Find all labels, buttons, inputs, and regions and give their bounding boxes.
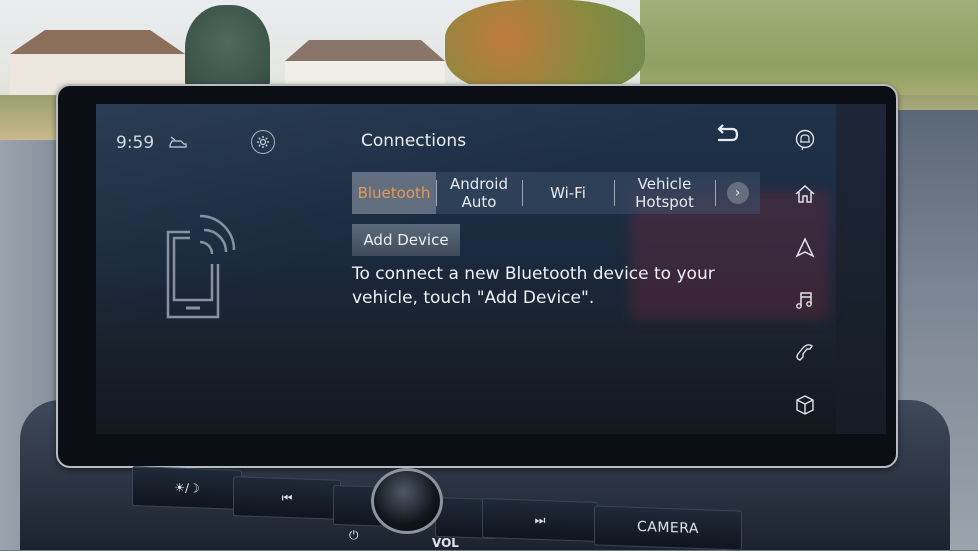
phone-icon: [796, 344, 814, 361]
tab-label: Vehicle Hotspot: [635, 175, 694, 211]
bluetooth-phone-icon: [160, 212, 240, 322]
day-night-icon: ☀/☽: [174, 480, 200, 496]
volume-label: VOL: [432, 536, 459, 550]
tabs-scroll-right-button[interactable]: ›: [715, 172, 760, 214]
previous-track-icon: ⏮: [281, 490, 293, 505]
back-arrow-icon: [717, 124, 739, 142]
instruction-text: To connect a new Bluetooth device to you…: [352, 264, 715, 308]
home-icon: [795, 184, 815, 203]
chevron-right-icon: ›: [726, 182, 749, 204]
phone-button[interactable]: [792, 339, 818, 365]
previous-track-button[interactable]: ⏮: [233, 476, 341, 520]
tab-label: Bluetooth: [357, 184, 431, 202]
settings-button[interactable]: [251, 130, 275, 154]
navigation-arrow-icon: [795, 237, 815, 258]
tab-wifi[interactable]: Wi-Fi: [522, 172, 614, 214]
music-note-icon: [796, 292, 812, 309]
gear-icon: [257, 136, 269, 148]
camera-label: CAMERA: [636, 518, 699, 538]
notification-button[interactable]: [792, 127, 818, 153]
volume-knob[interactable]: [371, 468, 443, 534]
clock: 9:59: [116, 133, 155, 153]
back-button[interactable]: [714, 124, 740, 146]
autumn-tree: [445, 0, 645, 95]
audio-button[interactable]: [792, 287, 818, 313]
tab-label: Wi-Fi: [550, 184, 586, 202]
vehicle-status-icon: [168, 134, 188, 148]
navigation-button[interactable]: [792, 235, 818, 261]
apps-button[interactable]: [792, 392, 818, 418]
cube-icon: [796, 395, 814, 415]
camera-button[interactable]: CAMERA: [594, 505, 742, 551]
day-night-button[interactable]: ☀/☽: [132, 466, 242, 510]
connection-tabs: Bluetooth Android Auto Wi-Fi Vehicle Hot…: [352, 172, 760, 214]
tab-label-line1: Android: [450, 175, 508, 193]
tab-label-line2: Auto: [461, 193, 497, 211]
tab-label-line2: Hotspot: [635, 193, 694, 211]
page-title: Connections: [361, 131, 467, 151]
power-icon: ⏻: [349, 528, 359, 542]
next-track-icon: ⏭: [534, 512, 546, 527]
tab-android-auto[interactable]: Android Auto: [436, 172, 522, 214]
screen-rail-area: [836, 104, 886, 434]
tab-label-line1: Vehicle: [637, 175, 692, 193]
next-track-button[interactable]: ⏭: [482, 497, 598, 543]
tab-bluetooth[interactable]: Bluetooth: [352, 172, 436, 214]
tab-label: Android Auto: [450, 175, 508, 211]
notification-bell-icon: [795, 129, 815, 151]
add-device-button[interactable]: Add Device: [352, 224, 460, 256]
tab-vehicle-hotspot[interactable]: Vehicle Hotspot: [614, 172, 715, 214]
home-button[interactable]: [792, 181, 818, 207]
